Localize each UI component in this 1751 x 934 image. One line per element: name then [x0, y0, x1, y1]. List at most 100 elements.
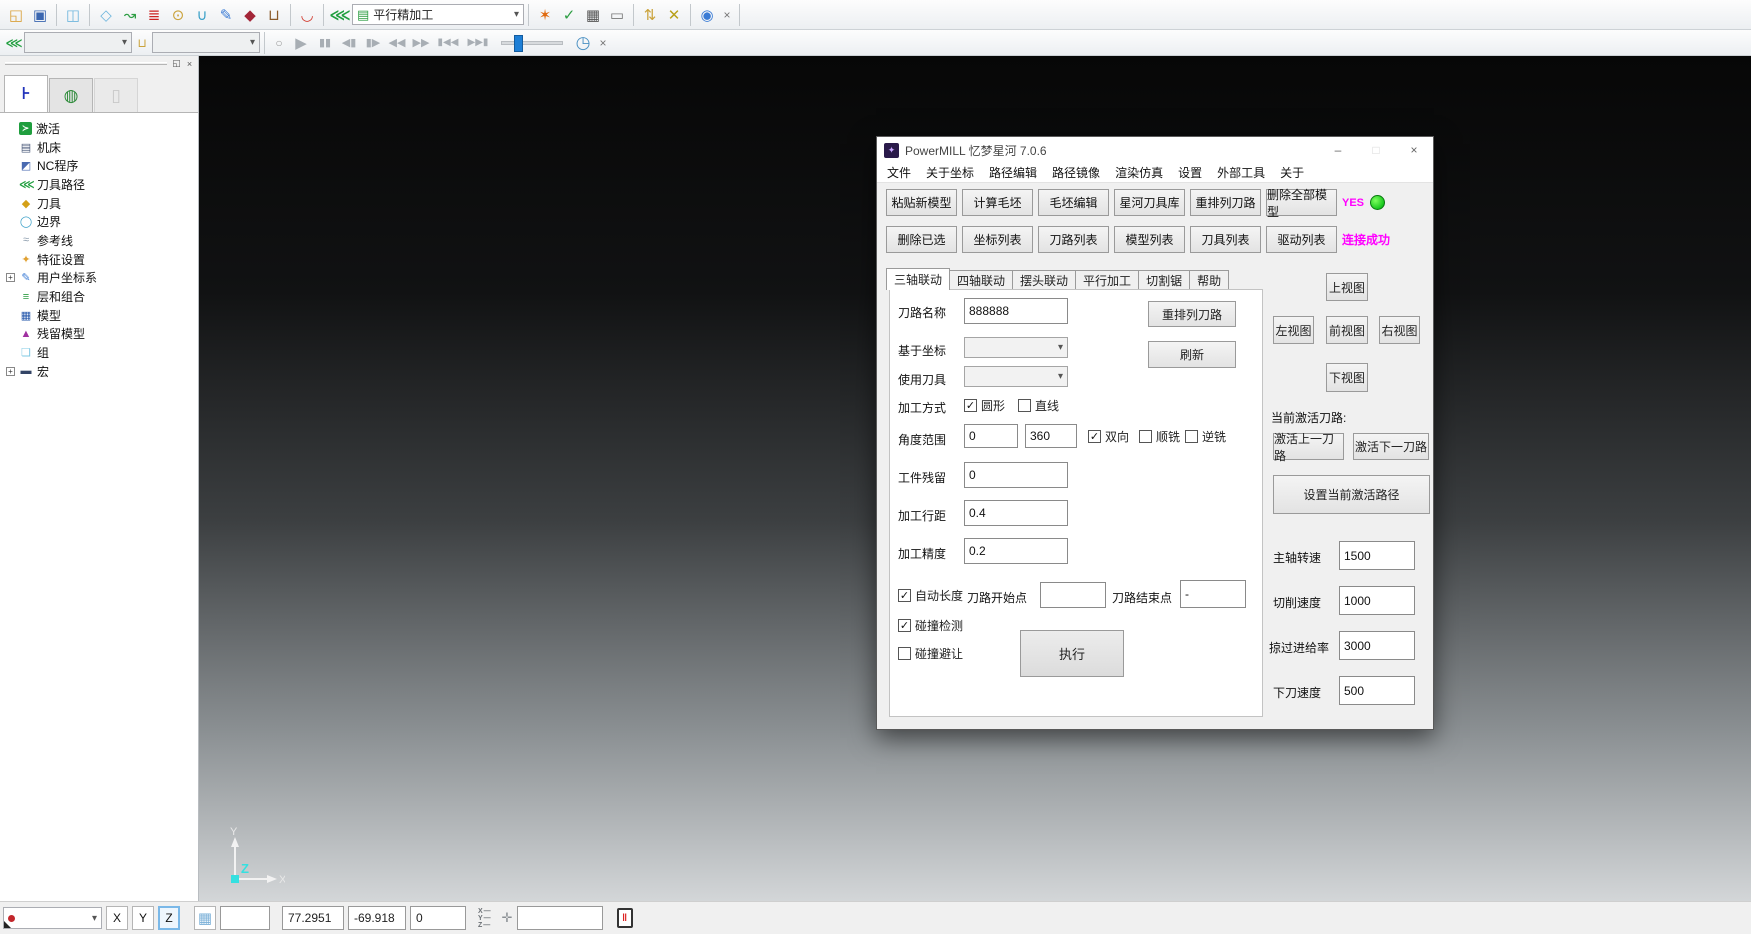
step-back-icon[interactable]: ◀▮ — [337, 32, 361, 54]
pause-icon[interactable]: ▮▮ — [313, 32, 337, 54]
toolpath-name-input[interactable] — [964, 298, 1068, 324]
circular-checkbox[interactable]: ✓ 圆形 — [964, 397, 1005, 414]
linear-checkbox[interactable]: 直线 — [1018, 397, 1059, 414]
panel-float-icon[interactable]: ◱ — [170, 58, 183, 70]
view-top-button[interactable]: 上视图 — [1326, 273, 1368, 301]
tree-item-activate[interactable]: ≻激活 — [2, 119, 198, 138]
coord-x-field[interactable]: 77.2951 — [282, 906, 344, 930]
fast-forward-icon[interactable]: ▶▶ — [409, 32, 433, 54]
tree-item-machine[interactable]: ▤机床 — [2, 138, 198, 157]
activate-next-toolpath-button[interactable]: 激活下一刀路 — [1353, 433, 1429, 460]
tab-3axis[interactable]: 三轴联动 — [886, 268, 950, 290]
explorer-tab-tree[interactable]: ⊦ — [4, 75, 48, 112]
tree-item-nc-program[interactable]: ◩NC程序 — [2, 156, 198, 175]
delete-selected-button[interactable]: 删除已选 — [886, 226, 957, 253]
tree-item-stock-model[interactable]: ▲残留模型 — [2, 325, 198, 344]
view-bottom-button[interactable]: 下视图 — [1326, 363, 1368, 392]
tree-item-feature-set[interactable]: ✦特征设置 — [2, 250, 198, 269]
collision-check-checkbox[interactable]: ✓ 碰撞检测 — [898, 617, 963, 634]
coord-y-field[interactable]: -69.918 — [348, 906, 406, 930]
use-tool-select[interactable]: ▾ — [964, 366, 1068, 387]
tree-item-levels[interactable]: ≡层和组合 — [2, 287, 198, 306]
explorer-tab-recycle-bin[interactable]: ▯ — [94, 78, 138, 112]
menu-about-coords[interactable]: 关于坐标 — [926, 164, 974, 181]
collision-avoid-checkbox[interactable]: 碰撞避让 — [898, 645, 963, 662]
menu-settings[interactable]: 设置 — [1178, 164, 1202, 181]
coord-list-button[interactable]: 坐标列表 — [962, 226, 1033, 253]
model-list-button[interactable]: 模型列表 — [1114, 226, 1185, 253]
rewind-icon[interactable]: ◀◀ — [385, 32, 409, 54]
feed-rate-icon[interactable]: ≣ — [142, 4, 166, 26]
chevron-down-icon[interactable]: ▾ — [122, 37, 127, 48]
tool-list-button[interactable]: 刀具列表 — [1190, 226, 1261, 253]
view-right-button[interactable]: 右视图 — [1379, 316, 1420, 344]
position-input-field[interactable] — [517, 906, 603, 930]
drive-list-button[interactable]: 驱动列表 — [1266, 226, 1337, 253]
chevron-down-icon[interactable]: ▾ — [514, 9, 519, 20]
tolerance-input[interactable] — [964, 538, 1068, 564]
dialog-titlebar[interactable]: ✦ PowerMILL 忆梦星河 7.0.6 – □ × — [877, 137, 1433, 163]
tree-item-model[interactable]: ▦模型 — [2, 306, 198, 325]
calculator-icon[interactable]: ▦ — [581, 4, 605, 26]
points-icon[interactable]: ◆ — [238, 4, 262, 26]
clock-icon[interactable]: ◷ — [571, 32, 595, 54]
rearrange-button[interactable]: 重排列刀路 — [1148, 301, 1236, 327]
delete-all-models-button[interactable]: 删除全部模型 — [1266, 189, 1337, 216]
measure-icon[interactable]: ▭ — [605, 4, 629, 26]
tool-icon[interactable]: ⊙ — [166, 4, 190, 26]
tree-item-tools[interactable]: ◆刀具 — [2, 194, 198, 213]
tab-4axis[interactable]: 四轴联动 — [949, 270, 1013, 290]
pattern-editor-icon[interactable]: ✎ — [214, 4, 238, 26]
plunge-speed-input[interactable] — [1339, 676, 1415, 705]
panel-grip[interactable] — [5, 62, 167, 65]
stock-remain-input[interactable] — [964, 462, 1068, 488]
toolpath-strategy-icon[interactable]: ↝ — [118, 4, 142, 26]
sim-toolpath-combobox[interactable]: ▾ — [24, 32, 132, 53]
play-icon[interactable]: ▶ — [289, 32, 313, 54]
view-front-button[interactable]: 前视图 — [1326, 316, 1368, 344]
toolbar-close-icon[interactable]: × — [719, 7, 735, 23]
tab-swivel[interactable]: 摆头联动 — [1012, 270, 1076, 290]
view-left-button[interactable]: 左视图 — [1273, 316, 1314, 344]
simulate-verify-icon[interactable]: ✓ — [557, 4, 581, 26]
minimize-button[interactable]: – — [1319, 137, 1357, 163]
axis-x-button[interactable]: X — [106, 906, 128, 930]
set-active-path-button[interactable]: 设置当前激活路径 — [1273, 475, 1430, 514]
tool-change-icon[interactable]: ⇅ — [638, 4, 662, 26]
toolpath-list-button[interactable]: 刀路列表 — [1038, 226, 1109, 253]
based-coord-select[interactable]: ▾ — [964, 337, 1068, 358]
menu-file[interactable]: 文件 — [887, 164, 911, 181]
rapid-feed-input[interactable] — [1339, 631, 1415, 660]
tool-library-button[interactable]: 星河刀具库 — [1114, 189, 1185, 216]
status-combobox[interactable]: ▾ — [3, 907, 102, 929]
start-point-input[interactable] — [1040, 582, 1106, 608]
end-point-input[interactable] — [1180, 580, 1246, 608]
strategy-combobox[interactable]: ▤ 平行精加工 ▾ — [352, 4, 524, 25]
snap-position-icon[interactable]: ✛ — [502, 910, 513, 926]
angle-to-input[interactable] — [1025, 424, 1077, 448]
bidirectional-checkbox[interactable]: ✓ 双向 — [1088, 428, 1129, 445]
paste-new-model-button[interactable]: 粘贴新模型 — [886, 189, 957, 216]
coord-z-field[interactable]: 0 — [410, 906, 466, 930]
go-to-start-icon[interactable]: ▮◀◀ — [433, 32, 463, 54]
tree-item-boundary[interactable]: ◯边界 — [2, 212, 198, 231]
grid-toggle-button[interactable]: ▦ — [194, 906, 216, 930]
refresh-button[interactable]: 刷新 — [1148, 341, 1236, 368]
step-forward-icon[interactable]: ▮▶ — [361, 32, 385, 54]
menu-path-mirror[interactable]: 路径镜像 — [1052, 164, 1100, 181]
auto-length-checkbox[interactable]: ✓ 自动长度 — [898, 587, 963, 604]
lightbulb-icon[interactable]: ○ — [269, 34, 289, 52]
sim-toolbar-close-icon[interactable]: × — [595, 35, 611, 51]
maximize-button[interactable]: □ — [1357, 137, 1395, 163]
expander-icon[interactable]: + — [6, 273, 15, 282]
rearrange-toolpaths-button[interactable]: 重排列刀路 — [1190, 189, 1261, 216]
close-button[interactable]: × — [1395, 137, 1433, 163]
tool-holder-icon[interactable]: ⊔ — [262, 4, 286, 26]
leads-links-icon[interactable]: ◡ — [295, 4, 319, 26]
stepover-input[interactable] — [964, 500, 1068, 526]
tab-parallel[interactable]: 平行加工 — [1075, 270, 1139, 290]
angle-from-input[interactable] — [964, 424, 1018, 448]
axis-y-button[interactable]: Y — [132, 906, 154, 930]
grid-size-field[interactable] — [220, 906, 270, 930]
open-file-icon[interactable]: ◱ — [4, 4, 28, 26]
